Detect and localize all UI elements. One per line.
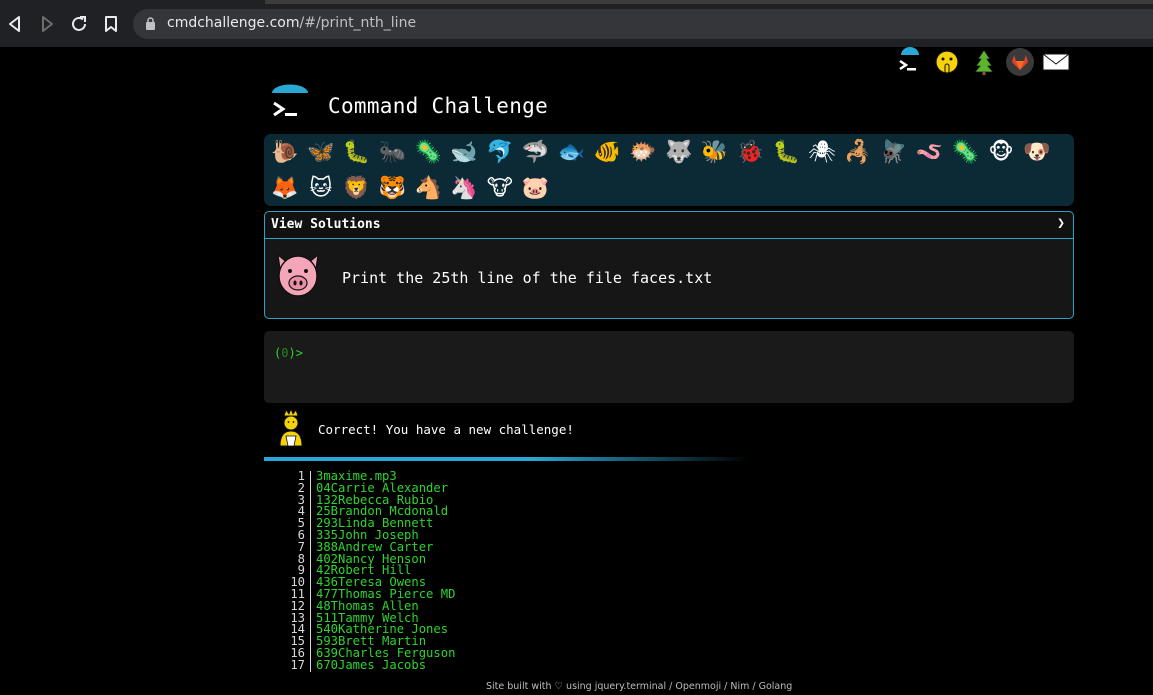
- butterfly-icon[interactable]: 🦋: [304, 135, 338, 169]
- url-text[interactable]: cmdchallenge.com/#/print_nth_line: [167, 15, 416, 31]
- ladybug-icon[interactable]: 🐞: [733, 135, 767, 169]
- bookmark-icon: [105, 16, 117, 32]
- tree-link[interactable]: [969, 47, 999, 77]
- shushing-face-link[interactable]: [932, 47, 962, 77]
- cat-icon[interactable]: 🐱: [304, 171, 338, 205]
- output-line: 17 670James Jacobs: [286, 657, 455, 672]
- forward-arrow-icon: [42, 16, 53, 32]
- bee-icon[interactable]: 🐝: [698, 135, 732, 169]
- blowfish-icon[interactable]: 🐡: [626, 135, 660, 169]
- lion-icon[interactable]: 🦁: [340, 171, 374, 205]
- ant-icon[interactable]: 🐜: [375, 135, 409, 169]
- command-output: 1 3maxime.mp3 2 04Carrie Alexander 3 132Rebec…: [286, 470, 455, 672]
- terminal-prompt: (0)>: [274, 346, 303, 360]
- back-button[interactable]: [4, 13, 26, 35]
- footer-credits: Site built with ♡ using jquery.terminal …: [486, 681, 793, 692]
- challenge-emoji-bar: 🐌 🦋 🐛 🐜 🦠 🐋 🐬 🦈 🐟 🐠 🐡 🐺 🐝 🐞 🐛 🕷 🦂 🪰 🪱 🦠 🐵 🐶 🦊 🐱 🦁 🐯 🐴 🦄 🐮 🐷: [264, 134, 1074, 206]
- fish-icon[interactable]: 🐟: [554, 135, 588, 169]
- bookmark-button[interactable]: [100, 13, 122, 35]
- back-arrow-icon: [9, 16, 20, 32]
- shushing-face-icon: [935, 50, 959, 74]
- gitlab-link[interactable]: [1005, 47, 1035, 77]
- microbe-icon[interactable]: 🦠: [411, 135, 445, 169]
- reload-button[interactable]: [68, 13, 90, 35]
- progress-divider: [264, 457, 749, 461]
- view-solutions-toggle[interactable]: View Solutions ❯: [265, 212, 1073, 239]
- line-number: 17: [286, 659, 311, 672]
- tab-strip-edge: [265, 0, 1153, 4]
- cow-icon[interactable]: 🐮: [483, 171, 517, 205]
- view-solutions-label: View Solutions: [271, 217, 381, 232]
- dog-icon[interactable]: 🐶: [1020, 135, 1054, 169]
- evergreen-tree-icon: [974, 49, 994, 75]
- worm-icon[interactable]: 🐛: [769, 135, 803, 169]
- challenge-description: Print the 25th line of the file faces.tx…: [342, 269, 713, 287]
- address-bar[interactable]: cmdchallenge.com/#/print_nth_line: [133, 9, 1153, 39]
- terminal[interactable]: (0)>: [264, 331, 1074, 403]
- whale-icon[interactable]: 🐋: [447, 135, 481, 169]
- spider-icon[interactable]: 🕷: [805, 135, 839, 169]
- lock-icon: [146, 17, 155, 30]
- tiger-icon[interactable]: 🐯: [375, 171, 409, 205]
- scorpion-icon[interactable]: 🦂: [841, 135, 875, 169]
- paramecium-icon[interactable]: 🦠: [948, 135, 982, 169]
- forward-button[interactable]: [36, 13, 58, 35]
- result-message: Correct! You have a new challenge!: [318, 422, 574, 437]
- prompt-close: )>: [288, 346, 303, 360]
- snail-icon[interactable]: 🐌: [268, 135, 302, 169]
- challenge-panel: View Solutions ❯ Print the 25th line of …: [264, 211, 1074, 319]
- wolf-icon[interactable]: 🐺: [662, 135, 696, 169]
- chevron-right-icon: ❯: [1057, 216, 1065, 231]
- reload-icon: [72, 16, 86, 31]
- url-host: cmdchallenge.com: [167, 15, 300, 31]
- unicorn-icon[interactable]: 🦄: [447, 171, 481, 205]
- gitlab-icon: [1006, 48, 1034, 76]
- contact-link[interactable]: [1041, 47, 1071, 77]
- dolphin-icon[interactable]: 🐬: [483, 135, 517, 169]
- site-logo[interactable]: [270, 84, 310, 124]
- page-title: Command Challenge: [328, 94, 549, 118]
- line-text: 670James Jacobs: [316, 657, 427, 672]
- tropical-fish-icon[interactable]: 🐠: [590, 135, 624, 169]
- caterpillar-icon[interactable]: 🐛: [340, 135, 374, 169]
- pig-icon[interactable]: 🐷: [519, 171, 553, 205]
- shark-icon[interactable]: 🦈: [519, 135, 553, 169]
- terminal-logo-icon: [899, 47, 919, 71]
- horse-icon[interactable]: 🐴: [411, 171, 445, 205]
- browser-toolbar: cmdchallenge.com/#/print_nth_line: [0, 0, 1153, 47]
- fly-icon[interactable]: 🪰: [877, 135, 911, 169]
- fox-icon[interactable]: 🦊: [268, 171, 302, 205]
- url-path: /#/print_nth_line: [299, 15, 417, 31]
- terminal-logo-icon: [272, 84, 308, 117]
- terminal-logo-link[interactable]: [895, 47, 925, 77]
- earthworm-icon[interactable]: 🪱: [912, 135, 946, 169]
- princess-icon: [279, 408, 303, 447]
- pig-face-icon: [277, 253, 319, 297]
- envelope-icon: [1042, 53, 1070, 71]
- monkey-icon[interactable]: 🐵: [984, 135, 1018, 169]
